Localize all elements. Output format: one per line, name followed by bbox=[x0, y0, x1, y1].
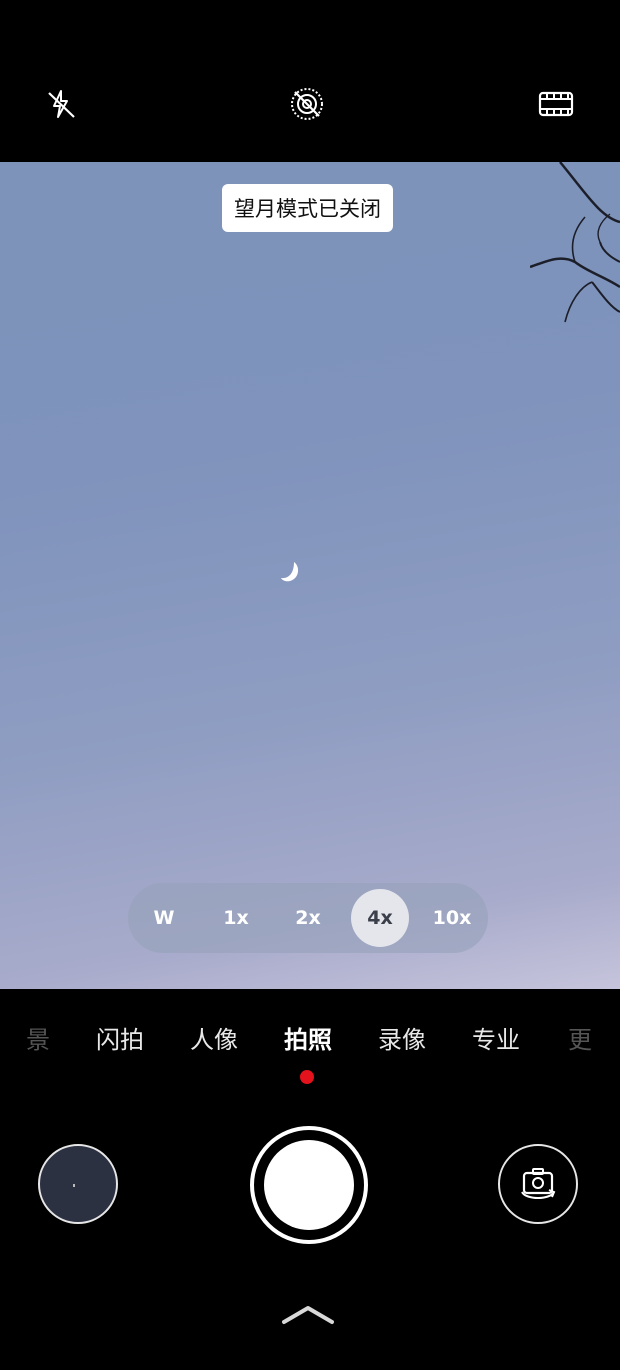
zoom-10x[interactable]: 10x bbox=[423, 889, 481, 947]
mode-photo[interactable]: 拍照 bbox=[284, 1020, 332, 1055]
zoom-selector: W 1x 2x 4x 10x bbox=[128, 883, 488, 953]
mode-pro[interactable]: 专业 bbox=[472, 1020, 520, 1055]
thumbnail-moon-dot bbox=[73, 1184, 75, 1187]
mode-portrait[interactable]: 人像 bbox=[190, 1020, 238, 1055]
ai-lens-off-icon[interactable] bbox=[289, 86, 325, 122]
tree-branches bbox=[530, 162, 620, 323]
mode-video[interactable]: 录像 bbox=[378, 1020, 426, 1055]
gallery-thumbnail[interactable] bbox=[38, 1144, 118, 1224]
moon-mode-toast: 望月模式已关闭 bbox=[222, 184, 393, 232]
switch-camera-button[interactable] bbox=[498, 1144, 578, 1224]
shutter-button[interactable] bbox=[250, 1126, 368, 1244]
crescent-moon bbox=[281, 562, 299, 582]
switch-camera-icon bbox=[521, 1168, 556, 1199]
shutter-inner bbox=[264, 1140, 354, 1230]
film-frame-icon[interactable] bbox=[538, 86, 574, 122]
camera-viewfinder[interactable]: 望月模式已关闭 W 1x 2x 4x 10x bbox=[0, 162, 620, 989]
top-toolbar bbox=[0, 0, 620, 162]
mode-carousel: 景 闪拍 人像 拍照 录像 专业 更 bbox=[0, 1012, 620, 1064]
zoom-4x[interactable]: 4x bbox=[351, 889, 409, 947]
mode-snapshot[interactable]: 闪拍 bbox=[96, 1020, 144, 1055]
zoom-1x[interactable]: 1x bbox=[207, 889, 265, 947]
zoom-2x[interactable]: 2x bbox=[279, 889, 337, 947]
chevron-up-icon[interactable] bbox=[280, 1300, 336, 1328]
mode-scenery[interactable]: 景 bbox=[26, 1020, 50, 1055]
flash-off-icon[interactable] bbox=[43, 86, 79, 122]
active-mode-indicator bbox=[300, 1070, 314, 1084]
zoom-w[interactable]: W bbox=[135, 889, 193, 947]
mode-more[interactable]: 更 bbox=[568, 1020, 592, 1055]
